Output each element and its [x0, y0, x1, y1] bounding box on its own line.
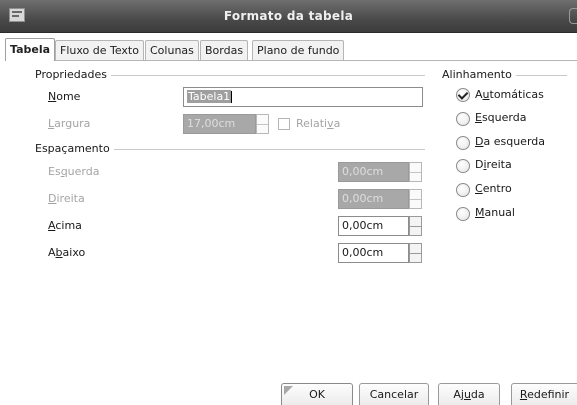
relativa-checkbox[interactable] — [278, 118, 290, 130]
manual-radio[interactable] — [456, 207, 470, 221]
close-icon[interactable] — [569, 8, 577, 24]
manual-label: Manual — [475, 206, 515, 219]
tab-colunas[interactable]: Colunas — [145, 40, 199, 60]
esquerda-radio-label: Esquerda — [475, 111, 527, 124]
direita-radio[interactable] — [456, 159, 470, 173]
largura-input[interactable]: 17,00cm — [183, 114, 256, 134]
esquerda-radio[interactable] — [456, 112, 470, 126]
title-bar: Formato da tabela — [0, 0, 577, 33]
centro-radio[interactable] — [456, 183, 470, 197]
automaticas-label: Automáticas — [475, 88, 544, 101]
abaixo-input[interactable]: 0,00cm — [338, 243, 409, 263]
largura-label: Largura — [48, 117, 91, 130]
centro-label: Centro — [475, 182, 512, 195]
window-title: Formato da tabela — [223, 9, 354, 23]
acima-label: Acima — [48, 219, 82, 232]
tab-bordas[interactable]: Bordas — [200, 40, 249, 60]
nome-label: Nome — [48, 90, 81, 103]
abaixo-label: Abaixo — [48, 246, 86, 259]
direita-radio-label: Direita — [475, 158, 512, 171]
espacamento-heading: Espaçamento — [35, 142, 114, 155]
text-cursor — [231, 91, 233, 103]
nome-input[interactable]: Tabela1 — [183, 87, 423, 107]
abaixo-spinner[interactable] — [409, 243, 422, 263]
cancelar-button[interactable]: Cancelar — [359, 383, 429, 405]
propriedades-heading: Propriedades — [35, 68, 111, 81]
tab-panel-border — [18, 60, 577, 61]
largura-spinner[interactable] — [256, 114, 269, 134]
direita-spinner[interactable] — [409, 189, 422, 209]
automaticas-radio[interactable] — [456, 88, 470, 102]
esquerda-label: Esquerda — [48, 165, 100, 178]
acima-spinner[interactable] — [409, 216, 422, 236]
relativa-label: Relativa — [296, 117, 341, 130]
tab-fluxo-de-texto[interactable]: Fluxo de Texto — [55, 40, 144, 60]
acima-input[interactable]: 0,00cm — [338, 216, 409, 236]
default-button-indicator — [284, 386, 293, 395]
da-esquerda-label: Da esquerda — [475, 135, 545, 148]
ok-button[interactable]: OK — [281, 383, 353, 405]
ajuda-button[interactable]: Ajuda — [438, 383, 500, 405]
redefinir-button[interactable]: Redefinir — [511, 383, 577, 405]
da-esquerda-radio[interactable] — [456, 136, 470, 150]
alinhamento-heading: Alinhamento — [442, 68, 516, 81]
esquerda-input[interactable]: 0,00cm — [338, 162, 409, 182]
tab-plano-de-fundo[interactable]: Plano de fundo — [252, 40, 345, 60]
direita-input[interactable]: 0,00cm — [338, 189, 409, 209]
tab-tabela[interactable]: Tabela — [5, 38, 56, 61]
direita-label: Direita — [48, 192, 85, 205]
esquerda-spinner[interactable] — [409, 162, 422, 182]
